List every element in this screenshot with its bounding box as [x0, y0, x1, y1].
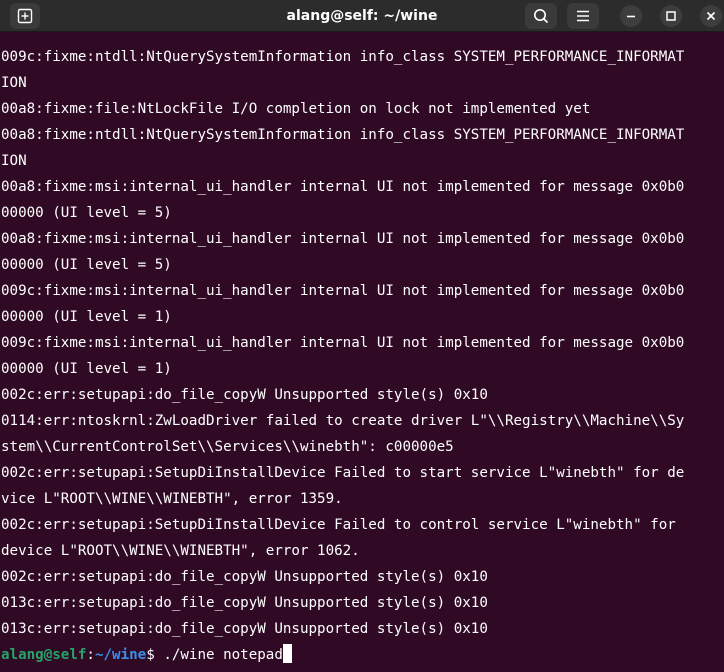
minimize-button[interactable]: [620, 5, 642, 27]
prompt-path: ~/wine: [94, 647, 147, 663]
output-line: 009c:fixme:ntdll:NtQuerySystemInformatio…: [1, 49, 685, 65]
hamburger-menu-icon: [577, 10, 589, 22]
prompt-line[interactable]: alang@self:~/wine$ ./wine notepad: [0, 642, 724, 668]
output-line: 009c:fixme:msi:internal_ui_handler inter…: [1, 335, 685, 351]
maximize-button[interactable]: [660, 5, 682, 27]
output-line: 00a8:fixme:msi:internal_ui_handler inter…: [1, 179, 685, 195]
output-line: 013c:err:setupapi:do_file_copyW Unsuppor…: [1, 595, 488, 611]
new-tab-icon: [17, 8, 33, 24]
text-cursor: [282, 644, 292, 663]
output-line: 002c:err:setupapi:do_file_copyW Unsuppor…: [1, 387, 488, 403]
terminal-window: alang@self: ~/wine 009c:fixme:ntdll:NtQu…: [0, 0, 724, 672]
prompt-symbol: $: [146, 647, 164, 663]
prompt-user-host: alang@self: [1, 647, 87, 663]
close-button[interactable]: [700, 5, 722, 27]
output-line: 002c:err:setupapi:SetupDiInstallDevice F…: [1, 465, 685, 481]
window-title: alang@self: ~/wine: [286, 8, 438, 24]
terminal-output[interactable]: 009c:fixme:ntdll:NtQuerySystemInformatio…: [0, 44, 724, 672]
output-line: 013c:err:setupapi:do_file_copyW Unsuppor…: [1, 621, 488, 637]
search-icon: [534, 9, 548, 23]
new-tab-button[interactable]: [10, 3, 40, 29]
output-line: 002c:err:setupapi:do_file_copyW Unsuppor…: [1, 569, 488, 585]
output-line: 00a8:fixme:ntdll:NtQuerySystemInformatio…: [1, 127, 685, 143]
prompt-separator: :: [86, 647, 95, 663]
output-line: 00000 (UI level = 1): [1, 361, 172, 377]
minimize-icon: [627, 15, 635, 18]
output-line: 00000 (UI level = 1): [1, 309, 172, 325]
output-line: 009c:fixme:msi:internal_ui_handler inter…: [1, 283, 685, 299]
output-line: 00000 (UI level = 5): [1, 257, 172, 273]
output-line: 00000 (UI level = 5): [1, 205, 172, 221]
close-icon: [706, 11, 716, 21]
output-line: 002c:err:setupapi:SetupDiInstallDevice F…: [1, 517, 676, 533]
output-line: device L"ROOT\\WINE\\WINEBTH", error 106…: [1, 543, 360, 559]
menu-button[interactable]: [567, 3, 599, 29]
output-line: ION: [1, 75, 27, 91]
output-line: 00a8:fixme:file:NtLockFile I/O completio…: [1, 101, 591, 117]
output-line: vice L"ROOT\\WINE\\WINEBTH", error 1359.: [1, 491, 343, 507]
output-line: 00a8:fixme:msi:internal_ui_handler inter…: [1, 231, 685, 247]
maximize-icon: [666, 11, 676, 21]
title-bar: alang@self: ~/wine: [0, 0, 724, 32]
output-line: 0114:err:ntoskrnl:ZwLoadDriver failed to…: [1, 413, 685, 429]
output-line: ION: [1, 153, 27, 169]
command-input[interactable]: ./wine notepad: [163, 647, 283, 663]
output-line: stem\\CurrentControlSet\\Services\\wineb…: [1, 439, 454, 455]
search-button[interactable]: [525, 3, 557, 29]
